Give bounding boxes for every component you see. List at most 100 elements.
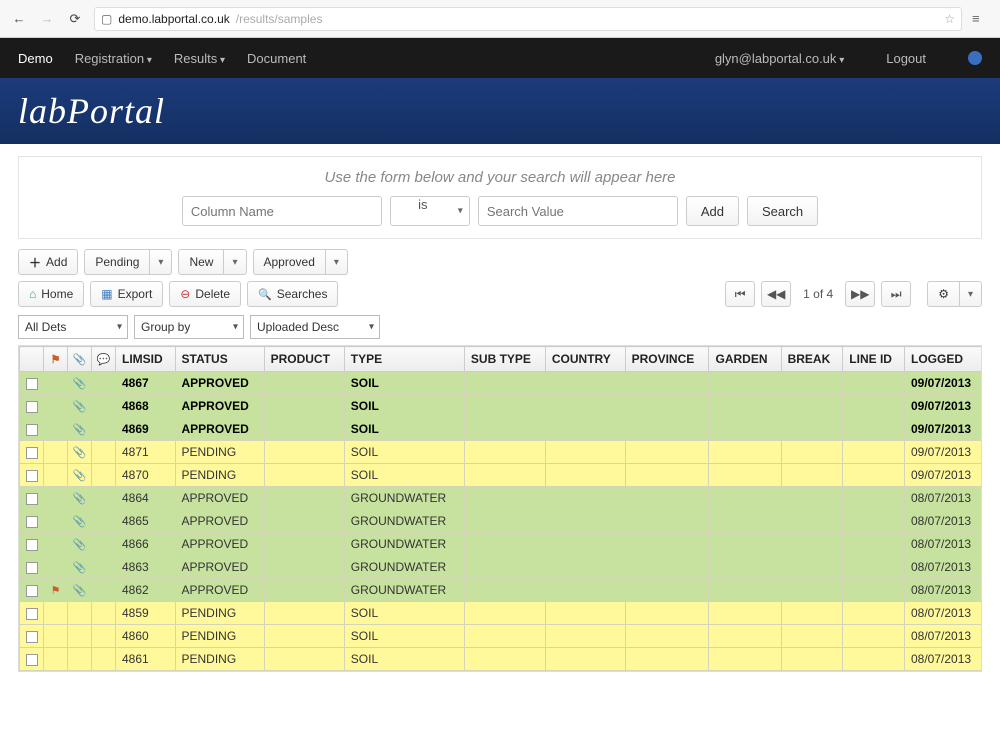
row-select-cell[interactable] [20, 441, 44, 464]
address-bar[interactable]: ▢ demo.labportal.co.uk/results/samples ☆ [94, 7, 962, 31]
nav-user[interactable]: glyn@labportal.co.uk [715, 51, 844, 66]
checkbox[interactable] [26, 654, 38, 666]
col-attachment[interactable] [68, 347, 92, 372]
row-select-cell[interactable] [20, 602, 44, 625]
nav-logout[interactable]: Logout [886, 51, 926, 66]
nav-registration[interactable]: Registration [75, 51, 152, 66]
all-dets-select[interactable]: All Dets [18, 315, 128, 339]
cell-subtype [464, 464, 545, 487]
nav-document[interactable]: Document [247, 51, 306, 66]
checkbox[interactable] [26, 401, 38, 413]
page-first-button[interactable]: ⏮ [725, 281, 755, 307]
row-select-cell[interactable] [20, 556, 44, 579]
col-comments[interactable]: 💬 [92, 347, 116, 372]
row-select-cell[interactable] [20, 625, 44, 648]
row-attachment-cell [68, 441, 92, 464]
brand-label[interactable]: Demo [18, 51, 53, 66]
search-icon [258, 287, 272, 301]
add-filter-button[interactable]: Add [686, 196, 739, 226]
group-by-select[interactable]: Group by [134, 315, 244, 339]
cell-status: APPROVED [175, 487, 264, 510]
table-row[interactable]: 4863APPROVEDGROUNDWATER08/07/201308 [20, 556, 983, 579]
export-button[interactable]: Export [90, 281, 163, 307]
table-row[interactable]: 4861PENDINGSOIL08/07/201307 [20, 648, 983, 671]
cell-garden [709, 464, 781, 487]
checkbox[interactable] [26, 378, 38, 390]
checkbox[interactable] [26, 539, 38, 551]
checkbox[interactable] [26, 470, 38, 482]
row-select-cell[interactable] [20, 395, 44, 418]
col-select[interactable] [20, 347, 44, 372]
table-row[interactable]: ⚑4862APPROVEDGROUNDWATER08/07/201308 [20, 579, 983, 602]
page-prev-button[interactable]: ◀◀ [761, 281, 791, 307]
table-row[interactable]: 4860PENDINGSOIL08/07/201307 [20, 625, 983, 648]
col-lineid[interactable]: LINE ID [843, 347, 905, 372]
home-button[interactable]: Home [18, 281, 84, 307]
checkbox[interactable] [26, 493, 38, 505]
searches-button[interactable]: Searches [247, 281, 338, 307]
checkbox[interactable] [26, 424, 38, 436]
row-select-cell[interactable] [20, 510, 44, 533]
settings-dropdown[interactable]: ▾ [927, 281, 982, 307]
table-row[interactable]: 4870PENDINGSOIL09/07/201308 [20, 464, 983, 487]
bookmark-star-icon[interactable]: ☆ [944, 12, 955, 26]
row-select-cell[interactable] [20, 579, 44, 602]
table-row[interactable]: 4869APPROVEDSOIL09/07/201308 [20, 418, 983, 441]
col-logged[interactable]: LOGGED [905, 347, 983, 372]
reload-button[interactable]: ⟳ [66, 10, 84, 28]
row-select-cell[interactable] [20, 648, 44, 671]
search-value-input[interactable] [478, 196, 678, 226]
row-select-cell[interactable] [20, 464, 44, 487]
browser-menu-button[interactable]: ≡ [972, 11, 990, 26]
table-row[interactable]: 4871PENDINGSOIL09/07/201308 [20, 441, 983, 464]
row-select-cell[interactable] [20, 487, 44, 510]
table-row[interactable]: 4867APPROVEDSOIL09/07/201308 [20, 372, 983, 395]
col-garden[interactable]: GARDEN [709, 347, 781, 372]
forward-button[interactable]: → [38, 10, 56, 28]
checkbox[interactable] [26, 631, 38, 643]
cell-subtype [464, 625, 545, 648]
col-type[interactable]: TYPE [344, 347, 464, 372]
page-last-button[interactable]: ⏭ [881, 281, 911, 307]
approved-dropdown[interactable]: Approved▾ [253, 249, 348, 275]
col-product[interactable]: PRODUCT [264, 347, 344, 372]
delete-icon [180, 287, 190, 301]
col-country[interactable]: COUNTRY [545, 347, 625, 372]
flag-icon: ⚑ [51, 354, 61, 366]
row-flag-cell [44, 510, 68, 533]
table-row[interactable]: 4865APPROVEDGROUNDWATER08/07/201308 [20, 510, 983, 533]
checkbox[interactable] [26, 585, 38, 597]
row-select-cell[interactable] [20, 533, 44, 556]
back-button[interactable]: ← [10, 10, 28, 28]
sort-select[interactable]: Uploaded Desc [250, 315, 380, 339]
col-status[interactable]: STATUS [175, 347, 264, 372]
row-select-cell[interactable] [20, 372, 44, 395]
page-next-button[interactable]: ▶▶ [845, 281, 875, 307]
paperclip-icon [73, 491, 87, 505]
checkbox[interactable] [26, 562, 38, 574]
row-comment-cell [92, 372, 116, 395]
row-comment-cell [92, 648, 116, 671]
checkbox[interactable] [26, 447, 38, 459]
checkbox[interactable] [26, 516, 38, 528]
col-subtype[interactable]: SUB TYPE [464, 347, 545, 372]
nav-results[interactable]: Results [174, 51, 225, 66]
table-row[interactable]: 4864APPROVEDGROUNDWATER08/07/201308 [20, 487, 983, 510]
run-search-button[interactable]: Search [747, 196, 818, 226]
table-row[interactable]: 4859PENDINGSOIL08/07/201307 [20, 602, 983, 625]
table-row[interactable]: 4866APPROVEDGROUNDWATER08/07/201308 [20, 533, 983, 556]
operator-select[interactable]: is [390, 196, 470, 226]
col-limsid[interactable]: LIMSID [116, 347, 176, 372]
col-break[interactable]: BREAK [781, 347, 843, 372]
add-button[interactable]: Add [18, 249, 78, 275]
column-name-input[interactable] [182, 196, 382, 226]
cell-type: SOIL [344, 602, 464, 625]
new-dropdown[interactable]: New▾ [178, 249, 246, 275]
pending-dropdown[interactable]: Pending▾ [84, 249, 172, 275]
delete-button[interactable]: Delete [169, 281, 241, 307]
checkbox[interactable] [26, 608, 38, 620]
row-select-cell[interactable] [20, 418, 44, 441]
col-province[interactable]: PROVINCE [625, 347, 709, 372]
col-flag[interactable]: ⚑ [44, 347, 68, 372]
table-row[interactable]: 4868APPROVEDSOIL09/07/201308 [20, 395, 983, 418]
